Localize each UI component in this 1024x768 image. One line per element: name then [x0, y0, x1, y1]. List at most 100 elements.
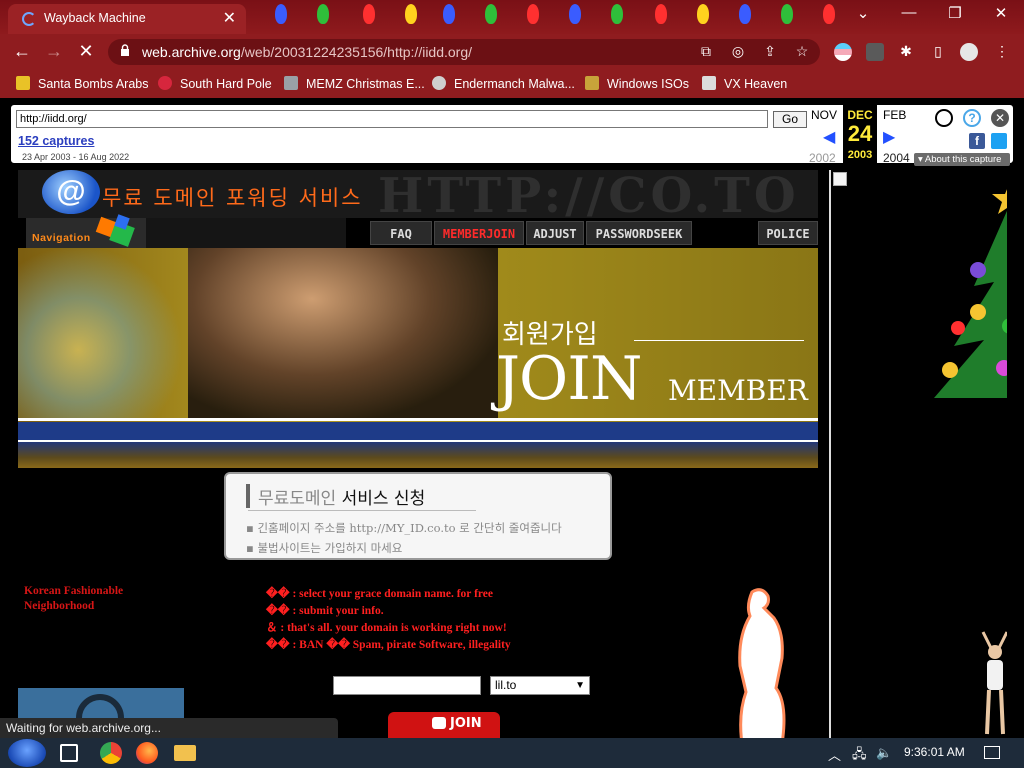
domain-select[interactable]: lil.to ▼ — [490, 676, 590, 695]
bookmark-icon — [585, 76, 599, 90]
clock[interactable]: 9:36:01 AM — [904, 745, 965, 759]
site-header: HTTP://CO.TO @ 무료 도메인 포워딩 서비스 — [18, 170, 818, 218]
navigation-logo: Navigation — [26, 214, 146, 248]
banner-photo — [188, 248, 498, 418]
tray-chevron-up-icon[interactable]: ︿ — [828, 745, 841, 764]
signup-steps: �� : select your grace domain name. for … — [266, 586, 511, 654]
next-capture-arrow-icon[interactable]: ▶ — [883, 127, 895, 147]
loading-spinner-icon — [22, 12, 36, 26]
captures-link[interactable]: 152 captures — [18, 134, 94, 148]
bookmark-icon — [702, 76, 716, 90]
service-item: ▪ 긴홈페이지 주소를 http://MY_ID.co.to 로 간단히 줄여줍… — [246, 521, 562, 535]
page-viewport: Go 152 captures 23 Apr 2003 - 16 Aug 202… — [0, 98, 1024, 738]
extensions-puzzle-icon[interactable]: ✱ — [896, 43, 916, 60]
close-toolbar-icon[interactable]: ✕ — [991, 109, 1009, 127]
back-button[interactable]: ← — [10, 41, 34, 62]
at-logo-icon: @ — [42, 170, 100, 214]
profile-avatar-icon[interactable] — [960, 43, 978, 61]
join-member-banner: 회원가입 JOIN MEMBER — [18, 248, 818, 468]
archived-site: HTTP://CO.TO @ 무료 도메인 포워딩 서비스 Navigation… — [18, 170, 818, 738]
next-year[interactable]: 2004 — [883, 151, 910, 165]
current-capture-date: DEC 24 2003 — [843, 105, 877, 163]
broken-image-icon — [833, 172, 847, 186]
step-line: �� : select your grace domain name. for … — [266, 588, 494, 600]
prev-year[interactable]: 2002 — [809, 151, 836, 165]
join-face-icon — [432, 717, 446, 729]
account-icon[interactable] — [935, 109, 953, 127]
bookmark-item[interactable]: VX Heaven — [702, 76, 787, 91]
site-title: 무료 도메인 포워딩 서비스 — [102, 186, 363, 210]
join-button[interactable]: JOIN — [388, 712, 500, 738]
service-item: ▪ 불법사이트는 가입하지 마세요 — [246, 541, 403, 555]
glowing-figure-image — [738, 588, 786, 738]
taskbar: ︿ 🖧 🔈 9:36:01 AM — [0, 738, 1024, 768]
menu-kebab-icon[interactable]: ⋮ — [992, 43, 1012, 60]
nav-adjust[interactable]: ADJUST — [526, 221, 584, 245]
nav-police[interactable]: POLICE — [758, 221, 818, 245]
wayback-url-input[interactable] — [16, 110, 768, 128]
volume-icon[interactable]: 🔈 — [876, 745, 892, 761]
dancer-image — [981, 631, 1009, 735]
help-icon[interactable]: ? — [963, 109, 981, 127]
bookmark-icon — [158, 76, 172, 90]
header-ghost-text: HTTP://CO.TO — [378, 170, 800, 218]
side-panel-icon[interactable]: ▯ — [928, 43, 948, 60]
share-icon[interactable]: ⇪ — [760, 43, 780, 60]
christmas-lights-decoration — [245, 0, 845, 34]
restore-button[interactable]: ❐ — [940, 4, 970, 22]
about-capture-button[interactable]: ▾ About this capture — [914, 153, 1010, 166]
page-scrollbar[interactable] — [1007, 170, 1024, 738]
forward-button[interactable]: → — [42, 41, 66, 62]
tab-title: Wayback Machine — [44, 11, 146, 25]
next-month-link[interactable]: FEB — [883, 108, 906, 122]
domain-name-input[interactable] — [333, 676, 481, 695]
close-window-button[interactable]: ✕ — [986, 4, 1016, 22]
banner-member-text: MEMBER — [668, 374, 808, 407]
wayback-go-button[interactable]: Go — [773, 111, 807, 128]
frame-divider — [829, 170, 831, 738]
tab-search-icon[interactable]: ⌄ — [848, 4, 878, 22]
address-bar[interactable]: web.archive.org/web/20031224235156/http:… — [108, 39, 820, 65]
tab-close-icon[interactable]: ✕ — [223, 8, 236, 28]
nav-faq[interactable]: FAQ — [370, 221, 432, 245]
step-line: �� : submit your info. — [266, 605, 384, 617]
bookmark-star-icon[interactable]: ☆ — [792, 43, 812, 60]
google-lens-icon[interactable]: ◎ — [728, 43, 748, 60]
file-explorer-icon[interactable] — [174, 745, 196, 761]
step-line: �� : BAN �� Spam, pirate Software, illeg… — [266, 639, 511, 651]
service-title: 무료도메인 서비스 신청 — [258, 489, 426, 509]
prev-month-link[interactable]: NOV — [811, 108, 837, 122]
minimize-button[interactable]: — — [894, 4, 924, 21]
network-icon[interactable]: 🖧 — [852, 745, 867, 767]
bookmarks-bar: Santa Bombs Arabs South Hard Pole MEMZ C… — [0, 70, 1024, 98]
status-bubble: Waiting for web.archive.org... — [0, 718, 338, 738]
chrome-icon[interactable] — [100, 742, 122, 764]
prev-capture-arrow-icon[interactable]: ◀ — [823, 127, 835, 147]
bookmark-item[interactable]: Endermanch Malwa... — [432, 76, 575, 91]
bookmark-item[interactable]: Santa Bombs Arabs — [16, 76, 148, 91]
nav-passwordseek[interactable]: PASSWORDSEEK — [586, 221, 692, 245]
browser-window: Wayback Machine ✕ ⌄ — ❐ ✕ ← → ✕ web.arch… — [0, 0, 1024, 768]
bookmark-icon — [284, 76, 298, 90]
start-button[interactable] — [8, 739, 46, 767]
popup-blocked-icon[interactable]: ⧉ — [696, 43, 716, 60]
task-view-icon[interactable] — [60, 744, 78, 762]
extension-flag-icon[interactable] — [834, 43, 852, 61]
bookmark-item[interactable]: MEMZ Christmas E... — [284, 76, 425, 91]
tab-strip: Wayback Machine ✕ ⌄ — ❐ ✕ — [0, 0, 1024, 34]
bookmark-item[interactable]: South Hard Pole — [158, 76, 272, 91]
twitter-icon[interactable] — [991, 133, 1007, 149]
nav-memberjoin[interactable]: MEMBERJOIN — [434, 221, 524, 245]
stop-button[interactable]: ✕ — [74, 41, 98, 62]
notifications-icon[interactable] — [984, 746, 1000, 759]
wayback-toolbar: Go 152 captures 23 Apr 2003 - 16 Aug 202… — [8, 102, 1016, 166]
bookmark-item[interactable]: Windows ISOs — [585, 76, 689, 91]
chevron-down-icon: ▼ — [575, 680, 585, 691]
facebook-icon[interactable]: f — [969, 133, 985, 149]
lock-icon — [121, 44, 129, 56]
step-line: ＆ : that's all. your domain is working r… — [266, 622, 507, 634]
extension-s-icon[interactable] — [866, 43, 884, 61]
firefox-icon[interactable] — [136, 742, 158, 764]
tab-wayback-machine[interactable]: Wayback Machine ✕ — [8, 4, 246, 34]
capture-range: 23 Apr 2003 - 16 Aug 2022 — [22, 152, 130, 162]
